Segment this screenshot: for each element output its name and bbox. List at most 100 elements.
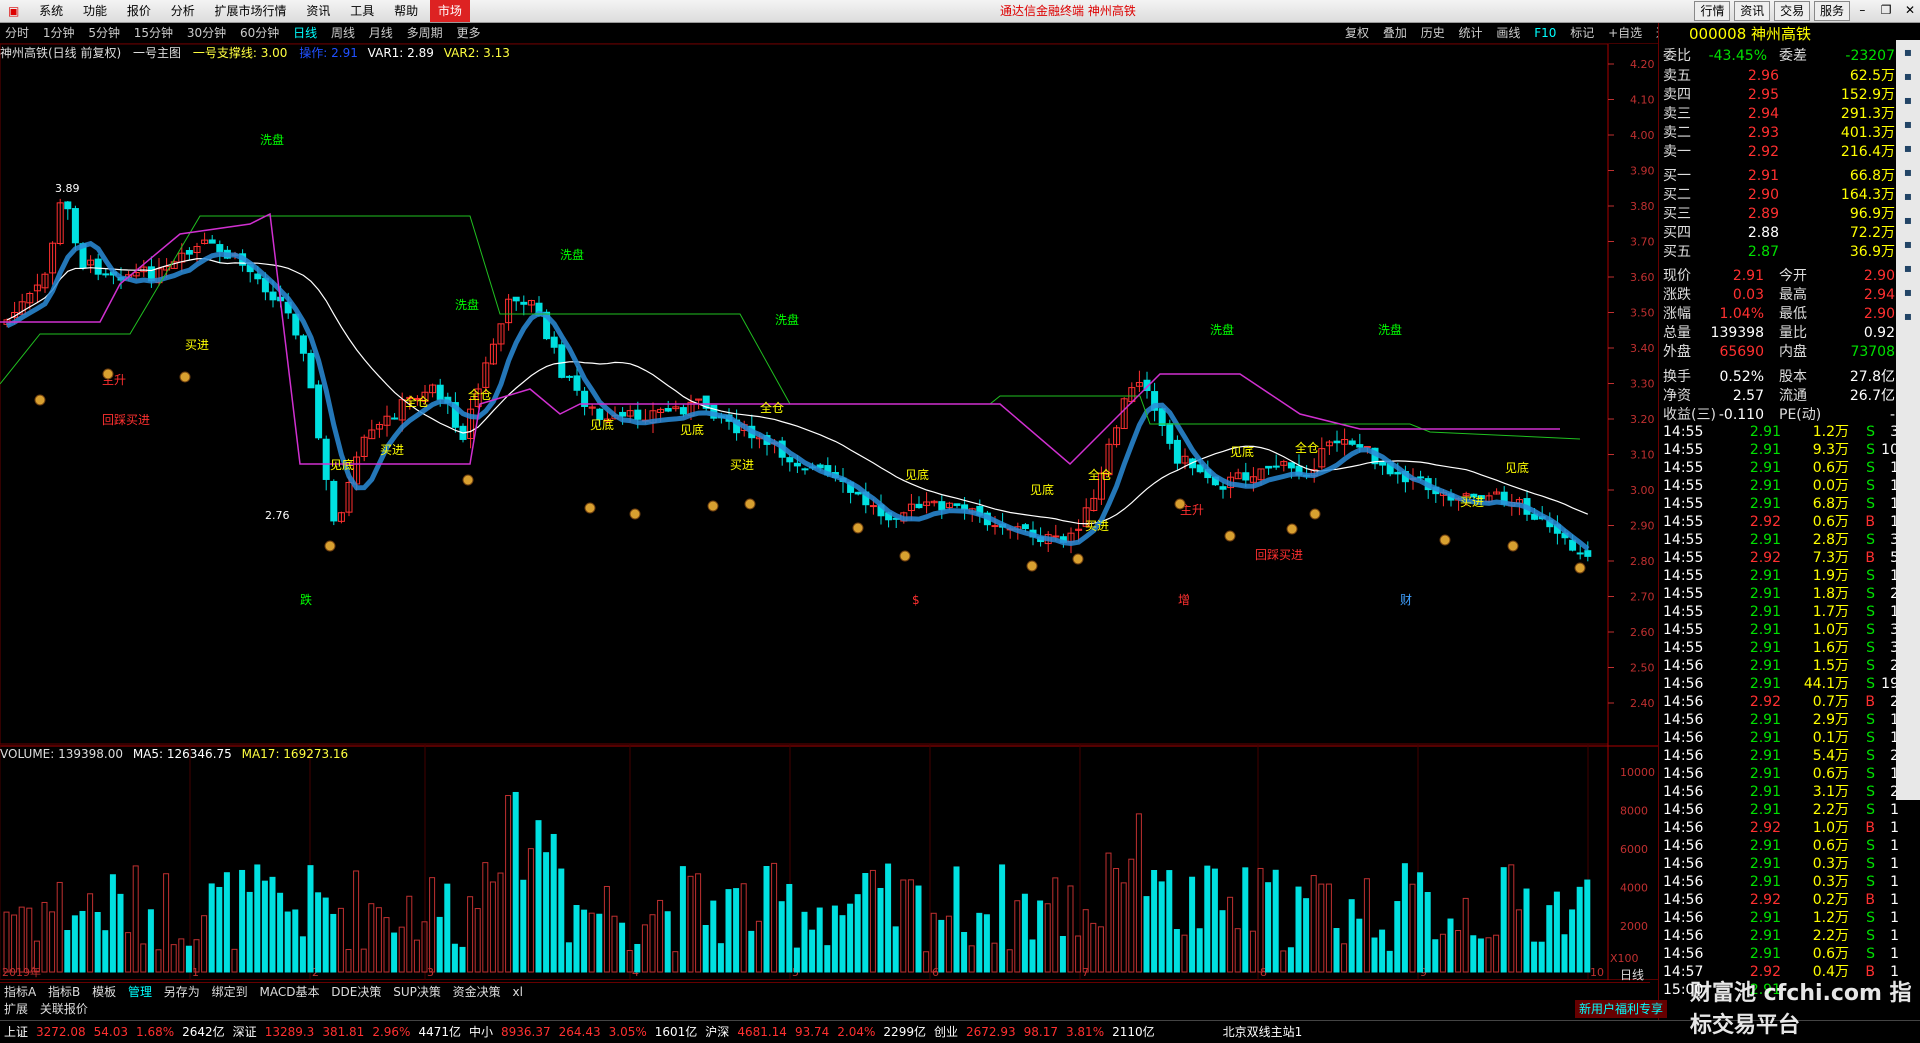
tick-count: 1 bbox=[1890, 946, 1899, 962]
period-timeshare[interactable]: 分时 bbox=[0, 23, 34, 43]
ask-row: 卖五 2.96 62.5万 bbox=[1659, 67, 1899, 85]
star-icon[interactable]: ▪ bbox=[1896, 304, 1920, 328]
period-multi[interactable]: 多周期 bbox=[402, 23, 448, 43]
period-weekly[interactable]: 周线 bbox=[326, 23, 360, 43]
tab-dde[interactable]: DDE决策 bbox=[327, 983, 385, 1001]
volume-bar bbox=[1417, 872, 1424, 973]
volume-bar bbox=[649, 914, 656, 973]
candle-body bbox=[558, 344, 566, 378]
close-icon[interactable]: ✕ bbox=[1900, 0, 1920, 20]
tab-fund[interactable]: 资金决策 bbox=[449, 983, 505, 1001]
menu-help[interactable]: 帮助 bbox=[386, 0, 426, 22]
tab-related[interactable]: 关联报价 bbox=[36, 1002, 92, 1016]
index-name[interactable]: 中小 bbox=[465, 1021, 497, 1043]
menu-ext-market[interactable]: 扩展市场行情 bbox=[207, 0, 295, 22]
tool-add-watch[interactable]: +自选 bbox=[1603, 23, 1647, 43]
btn-service[interactable]: 服务 bbox=[1813, 1, 1850, 21]
stat-value: 0.52% bbox=[1719, 369, 1764, 385]
index-change: 93.74 bbox=[794, 1025, 830, 1039]
btn-info[interactable]: 资讯 bbox=[1734, 1, 1771, 21]
btn-market[interactable]: 行情 bbox=[1694, 1, 1731, 21]
candle-body bbox=[1333, 440, 1341, 444]
period-15min[interactable]: 15分钟 bbox=[129, 23, 178, 43]
zoom-icon[interactable]: ▪ bbox=[1896, 208, 1920, 232]
candle-body bbox=[793, 462, 801, 467]
menu-market[interactable]: 市场 bbox=[429, 0, 470, 22]
indicator-var2: VAR2: 3.13 bbox=[443, 46, 510, 60]
bar-chart-icon[interactable]: ▪ bbox=[1896, 112, 1920, 136]
server-status[interactable]: 北京双线主站1 bbox=[1219, 1021, 1307, 1043]
stat-value: 1.04% bbox=[1719, 306, 1764, 322]
tab-bind[interactable]: 绑定到 bbox=[208, 983, 252, 1001]
menu-tools[interactable]: 工具 bbox=[342, 0, 382, 22]
watermark: 财富池 cfchi.com 指标交易平台 bbox=[1690, 981, 1912, 1038]
index-name[interactable]: 创业 bbox=[930, 1021, 962, 1043]
kline-chart[interactable]: 4.20 4.10 4.00 3.90 3.80 3.70 3.60 3.50 3.40 3.30… bbox=[0, 44, 1658, 980]
restore-icon[interactable]: ❐ bbox=[1876, 0, 1896, 20]
minimize-icon[interactable]: – bbox=[1852, 0, 1872, 20]
menu-function[interactable]: 功能 bbox=[75, 0, 115, 22]
index-name[interactable]: 深证 bbox=[229, 1021, 261, 1043]
menu-quote[interactable]: 报价 bbox=[119, 0, 159, 22]
tab-macd[interactable]: MACD基本 bbox=[255, 983, 323, 1001]
period-monthly[interactable]: 月线 bbox=[364, 23, 398, 43]
tick-volume: 9.3万 bbox=[1812, 442, 1849, 458]
tool-adjust[interactable]: 复权 bbox=[1340, 23, 1374, 43]
money-bag-icon bbox=[462, 474, 474, 486]
volume-bar bbox=[1067, 885, 1074, 973]
volume-bar bbox=[520, 879, 527, 973]
btn-trade[interactable]: 交易 bbox=[1774, 1, 1811, 21]
tick-price: 2.91 bbox=[1749, 442, 1781, 458]
tick-time: 14:56 bbox=[1663, 658, 1704, 674]
tab-indicator-a[interactable]: 指标A bbox=[0, 983, 40, 1001]
index-name[interactable]: 沪深 bbox=[701, 1021, 733, 1043]
menu-info[interactable]: 资讯 bbox=[298, 0, 338, 22]
menu-analysis[interactable]: 分析 bbox=[163, 0, 203, 22]
period-60min[interactable]: 60分钟 bbox=[235, 23, 284, 43]
grid-icon[interactable]: ▪ bbox=[1896, 184, 1920, 208]
period-30min[interactable]: 30分钟 bbox=[182, 23, 231, 43]
tool-mark[interactable]: 标记 bbox=[1565, 23, 1599, 43]
tick-row: 14:55 2.92 7.3万 B 5 bbox=[1659, 549, 1899, 567]
tick-volume: 6.8万 bbox=[1812, 496, 1849, 512]
tool-overlay[interactable]: 叠加 bbox=[1378, 23, 1412, 43]
tab-xl[interactable]: xl bbox=[509, 983, 527, 1001]
index-percent: 1.68% bbox=[136, 1025, 175, 1039]
promo-link[interactable]: 新用户福利专享 bbox=[1575, 1000, 1668, 1018]
period-daily[interactable]: 日线 bbox=[288, 23, 322, 43]
tick-time: 14:56 bbox=[1663, 874, 1704, 890]
volume-bar bbox=[854, 894, 861, 973]
refresh-icon[interactable]: ▪ bbox=[1896, 40, 1920, 64]
tick-row: 14:56 2.92 0.7万 B 2 bbox=[1659, 693, 1899, 711]
money-bag-icon bbox=[179, 371, 191, 383]
tool-history[interactable]: 历史 bbox=[1416, 23, 1450, 43]
volume-bar bbox=[185, 945, 192, 973]
down-icon[interactable]: ▪ bbox=[1896, 88, 1920, 112]
tab-template[interactable]: 模板 bbox=[88, 983, 120, 1001]
tool-draw[interactable]: 画线 bbox=[1491, 23, 1525, 43]
volume-bar bbox=[619, 922, 626, 973]
period-5min[interactable]: 5分钟 bbox=[83, 23, 125, 43]
tool-f10[interactable]: F10 bbox=[1529, 23, 1561, 43]
cross-icon[interactable]: ▪ bbox=[1896, 232, 1920, 256]
line-icon[interactable]: ▪ bbox=[1896, 136, 1920, 160]
tab-indicator-b[interactable]: 指标B bbox=[44, 983, 84, 1001]
indicator-main[interactable]: 一号主图 bbox=[133, 46, 181, 60]
volume-bar bbox=[79, 910, 86, 973]
list-icon[interactable]: ▪ bbox=[1896, 160, 1920, 184]
period-more[interactable]: 更多 bbox=[451, 23, 485, 43]
tab-manage[interactable]: 管理 bbox=[124, 983, 156, 1001]
index-name[interactable]: 上证 bbox=[0, 1021, 32, 1043]
signal-label: 洗盘 bbox=[1378, 322, 1402, 337]
info-icon[interactable]: ▪ bbox=[1896, 280, 1920, 304]
indicator-var1: VAR1: 2.89 bbox=[367, 46, 434, 60]
gear-icon[interactable]: ▪ bbox=[1896, 256, 1920, 280]
volume-bar bbox=[330, 913, 337, 973]
tab-sup[interactable]: SUP决策 bbox=[389, 983, 445, 1001]
tab-save-as[interactable]: 另存为 bbox=[160, 983, 204, 1001]
up-icon[interactable]: ▪ bbox=[1896, 64, 1920, 88]
tab-extend[interactable]: 扩展 bbox=[0, 1002, 32, 1016]
menu-system[interactable]: 系统 bbox=[31, 0, 71, 22]
tool-stats[interactable]: 统计 bbox=[1454, 23, 1488, 43]
period-1min[interactable]: 1分钟 bbox=[38, 23, 80, 43]
